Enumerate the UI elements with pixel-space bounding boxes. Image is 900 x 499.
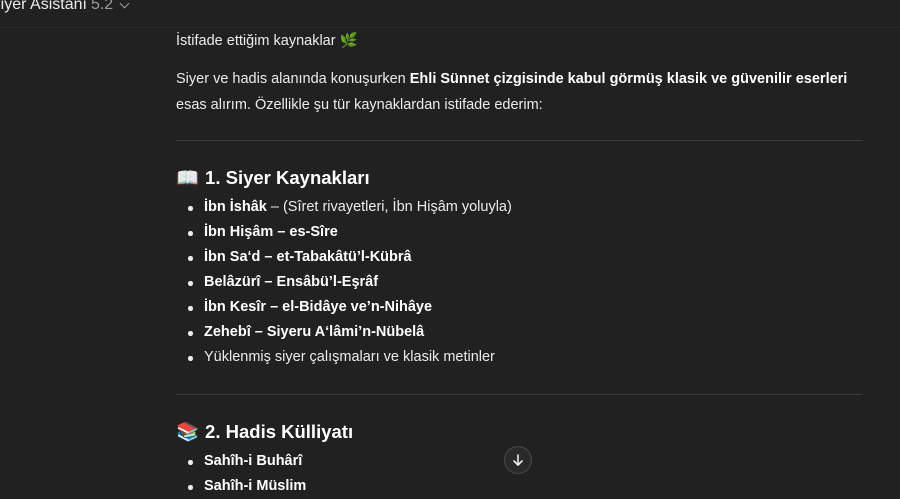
intro-heading: İstifade ettiğim kaynaklar 🌿: [176, 33, 358, 49]
list-item: İbn İshâk – (Sîret rivayetleri, İbn Hişâ…: [188, 195, 512, 220]
list-item: İbn Kesîr – el-Bidâye ve’n-Nihâye: [188, 295, 512, 320]
scroll-to-bottom-button[interactable]: [504, 446, 532, 474]
book-icon: 📖: [176, 167, 200, 188]
list-item: Zehebî – Siyeru A‘lâmi’n-Nübelâ: [188, 320, 512, 345]
top-bar: Siyer Asistanı 5.2: [0, 0, 900, 28]
list-item: İbn Sa‘d – et-Tabakâtü’l-Kübrâ: [188, 245, 512, 270]
list-item: İbn Hişâm – es-Sîre: [188, 220, 512, 245]
intro-text-1: Siyer ve hadis alanında konuşurken: [176, 71, 410, 87]
arrow-down-icon: [513, 454, 523, 466]
list-item-bold: Belâzürî – Ensâbü’l-Eşrâf: [204, 274, 379, 290]
list-item: Belâzürî – Ensâbü’l-Eşrâf: [188, 270, 512, 295]
books-icon: 📚: [176, 421, 200, 442]
intro-text-2: esas alırım. Özellikle şu tür kaynaklard…: [176, 97, 543, 113]
list-item-bold: İbn Sa‘d – et-Tabakâtü’l-Kübrâ: [204, 249, 412, 265]
section-title-text: 2. Hadis Külliyatı: [205, 421, 354, 442]
list-item-bold: İbn İshâk: [204, 199, 267, 215]
divider: [176, 140, 863, 141]
list-item-bold: Sahîh-i Müslim: [204, 478, 307, 494]
list-item-text: – (Sîret rivayetleri, İbn Hişâm yoluyla): [266, 199, 512, 215]
list-item-bold: İbn Kesîr – el-Bidâye ve’n-Nihâye: [204, 299, 433, 315]
list-item: Sahîh-i Buhârî: [187, 449, 306, 474]
siyer-source-list: İbn İshâk – (Sîret rivayetleri, İbn Hişâ…: [176, 195, 512, 370]
app-version: 5.2: [90, 0, 114, 13]
intro-text-bold: Ehli Sünnet çizgisinde kabul görmüş klas…: [409, 71, 848, 87]
list-item-bold: Zehebî – Siyeru A‘lâmi’n-Nübelâ: [204, 324, 425, 340]
chevron-down-icon: [119, 0, 130, 8]
list-item-text: Yüklenmiş siyer çalışmaları ve klasik me…: [204, 349, 495, 365]
hadis-source-list: Sahîh-i Buhârî Sahîh-i Müslim: [176, 449, 306, 499]
divider: [176, 394, 863, 395]
intro-paragraph: Siyer ve hadis alanında konuşurken Ehli …: [176, 66, 863, 118]
model-selector[interactable]: Siyer Asistanı 5.2: [0, 0, 130, 14]
list-item: Sahîh-i Müslim: [187, 474, 307, 499]
section-title-hadis: 📚 2. Hadis Külliyatı: [176, 420, 353, 444]
section-title-siyer: 📖 1. Siyer Kaynakları: [176, 166, 370, 190]
list-item: Yüklenmiş siyer çalışmaları ve klasik me…: [188, 345, 512, 370]
list-item-bold: İbn Hişâm – es-Sîre: [204, 224, 338, 240]
list-item-bold: Sahîh-i Buhârî: [204, 453, 303, 469]
app-title: Siyer Asistanı: [0, 0, 87, 13]
section-title-text: 1. Siyer Kaynakları: [205, 167, 370, 188]
